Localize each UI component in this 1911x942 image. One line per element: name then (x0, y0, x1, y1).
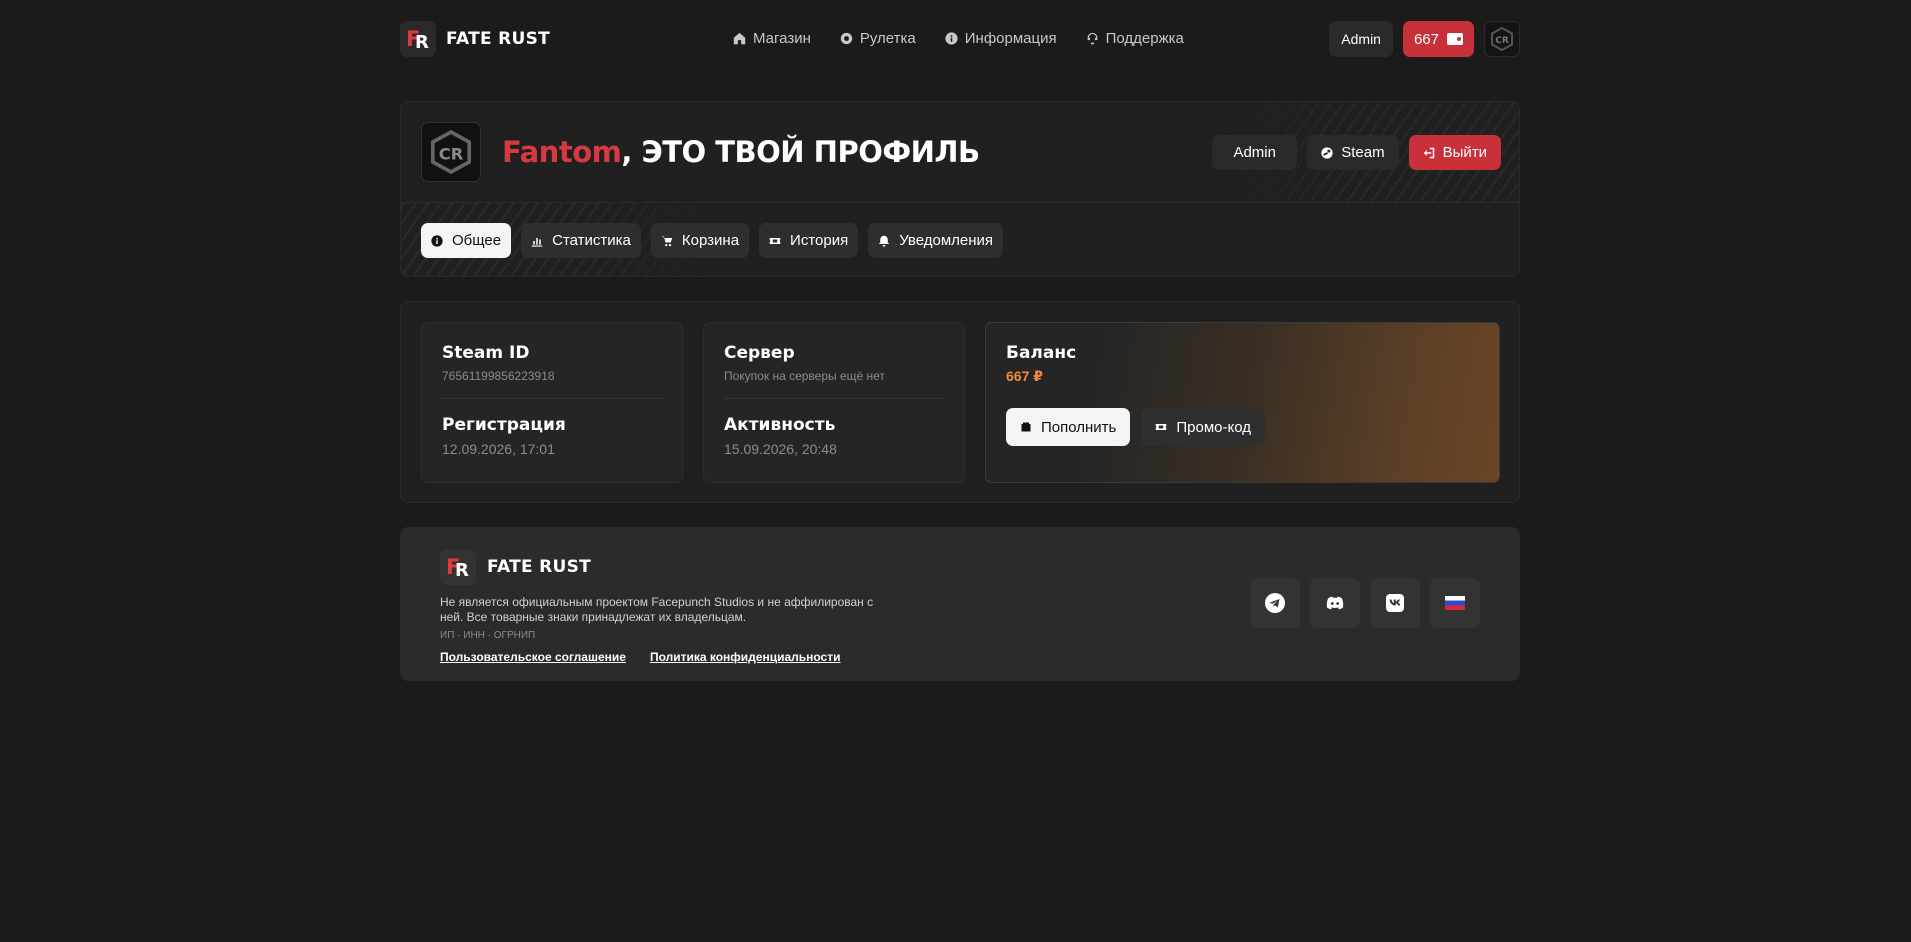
admin-button[interactable]: Admin (1329, 21, 1393, 57)
footer-brand-logo[interactable]: FR FATE RUST (440, 549, 591, 585)
wallet-icon (1447, 33, 1463, 45)
balance-value: 667 ₽ (1006, 368, 1043, 384)
social-links (1250, 578, 1480, 628)
server-label: Сервер (724, 343, 795, 363)
tab-notifications[interactable]: Уведомления (868, 223, 1004, 258)
brand-logo-icon: FR (400, 21, 436, 57)
profile-tabs: Общее Статистика Корзина История Уведомл… (421, 223, 1004, 258)
footer-links: Пользовательское соглашение Политика кон… (440, 650, 840, 664)
nav-item-label: Поддержка (1105, 30, 1184, 47)
vk-button[interactable] (1370, 578, 1420, 628)
svg-text:CR: CR (1495, 36, 1509, 46)
svg-text:CR: CR (439, 144, 464, 163)
profile-username: Fantom (502, 135, 622, 169)
profile-actions: Admin Steam Выйти (1212, 135, 1501, 170)
tab-label: Общее (452, 232, 502, 249)
server-box: Сервер Покупок на серверы ещё нет Активн… (703, 322, 965, 483)
info-icon (945, 32, 958, 45)
terms-link[interactable]: Пользовательское соглашение (440, 650, 626, 664)
brand-logo[interactable]: FR FATE RUST (400, 21, 550, 57)
tab-label: Корзина (681, 232, 740, 249)
divider (442, 398, 662, 399)
russia-flag-icon (1445, 596, 1465, 610)
profile-card: CR Fantom, ЭТО ТВОЙ ПРОФИЛЬ Admin Steam … (400, 101, 1520, 277)
nav-item-support[interactable]: Поддержка (1086, 30, 1184, 47)
balance-amount: 667 (1413, 30, 1439, 48)
support-icon (1087, 32, 1097, 45)
tab-cart[interactable]: Корзина (650, 223, 750, 258)
privacy-link[interactable]: Политика конфиденциальности (650, 650, 841, 664)
registration-label: Регистрация (442, 415, 566, 435)
divider (724, 398, 944, 399)
steam-id-value: 76561199856223918 (442, 369, 555, 383)
topup-button-label: Пополнить (1041, 418, 1117, 436)
language-button[interactable] (1430, 578, 1480, 628)
discord-button[interactable] (1310, 578, 1360, 628)
bell-icon (878, 235, 890, 247)
telegram-button[interactable] (1250, 578, 1300, 628)
nav-item-label: Магазин (753, 30, 811, 47)
tab-statistics[interactable]: Статистика (521, 223, 641, 258)
steam-button[interactable]: Steam (1307, 135, 1399, 170)
bar-chart-icon (531, 237, 543, 247)
top-header: FR FATE RUST Магазин Рулетка Информация … (400, 20, 1520, 58)
promo-code-button[interactable]: Промо-код (1141, 408, 1265, 446)
logout-button-label: Выйти (1442, 144, 1487, 161)
logout-icon (1423, 147, 1434, 158)
steam-id-label: Steam ID (442, 343, 530, 363)
balance-label: Баланс (1006, 343, 1077, 363)
footer-legal-info: ИП · ИНН · ОГРНИП (440, 630, 536, 641)
page-title: Fantom, ЭТО ТВОЙ ПРОФИЛЬ (502, 135, 980, 169)
tab-label: Статистика (552, 232, 631, 249)
steam-icon (1321, 146, 1333, 159)
tab-label: Уведомления (899, 232, 994, 249)
avatar-logo-icon: CR (431, 130, 471, 174)
tab-history[interactable]: История (759, 223, 859, 258)
tab-general[interactable]: Общее (421, 223, 512, 258)
ticket-icon (1156, 424, 1167, 430)
nav-item-label: Рулетка (859, 30, 916, 47)
balance-box: Баланс 667 ₽ Пополнить Промо-код (985, 322, 1500, 483)
promo-code-button-label: Промо-код (1176, 418, 1251, 436)
profile-title-suffix: , ЭТО ТВОЙ ПРОФИЛЬ (621, 135, 980, 169)
account-box: Steam ID 76561199856223918 Регистрация 1… (421, 322, 683, 483)
footer: FR FATE RUST Не является официальным про… (400, 527, 1520, 681)
nav-item-info[interactable]: Информация (945, 30, 1057, 47)
tab-label: История (790, 232, 849, 249)
wallet-icon (1021, 422, 1031, 432)
ticket-icon (769, 237, 781, 244)
account-info-panel: Steam ID 76561199856223918 Регистрация 1… (400, 301, 1520, 503)
server-value: Покупок на серверы ещё нет (724, 369, 885, 383)
main-nav: Магазин Рулетка Информация Поддержка (733, 30, 1184, 47)
footer-brand-name: FATE RUST (487, 557, 592, 577)
avatar-logo-icon: CR (1491, 27, 1513, 51)
home-icon (733, 32, 746, 45)
balance-button[interactable]: 667 (1402, 21, 1474, 57)
footer-disclaimer: Не является официальным проектом Facepun… (440, 595, 874, 624)
brand-logo-icon: FR (440, 549, 476, 585)
header-actions: Admin 667 CR (1329, 21, 1520, 57)
roulette-icon (840, 32, 853, 45)
cart-icon (661, 236, 673, 246)
activity-value: 15.09.2026, 20:48 (724, 441, 837, 457)
admin-panel-button[interactable]: Admin (1212, 135, 1298, 170)
divider (401, 202, 1519, 203)
balance-actions: Пополнить Промо-код (1006, 408, 1479, 446)
nav-item-label: Информация (964, 30, 1057, 47)
topup-button[interactable]: Пополнить (1006, 408, 1131, 446)
registration-value: 12.09.2026, 17:01 (442, 441, 555, 457)
nav-item-roulette[interactable]: Рулетка (840, 30, 916, 47)
info-icon (431, 234, 443, 247)
nav-item-shop[interactable]: Магазин (733, 30, 811, 47)
logout-button[interactable]: Выйти (1408, 135, 1501, 170)
discord-icon (1326, 596, 1344, 610)
vk-icon (1386, 594, 1404, 612)
profile-avatar: CR (421, 122, 481, 182)
steam-button-label: Steam (1341, 144, 1385, 161)
brand-name: FATE RUST (446, 29, 551, 49)
telegram-icon (1265, 593, 1285, 613)
activity-label: Активность (724, 415, 836, 435)
avatar[interactable]: CR (1484, 21, 1520, 57)
